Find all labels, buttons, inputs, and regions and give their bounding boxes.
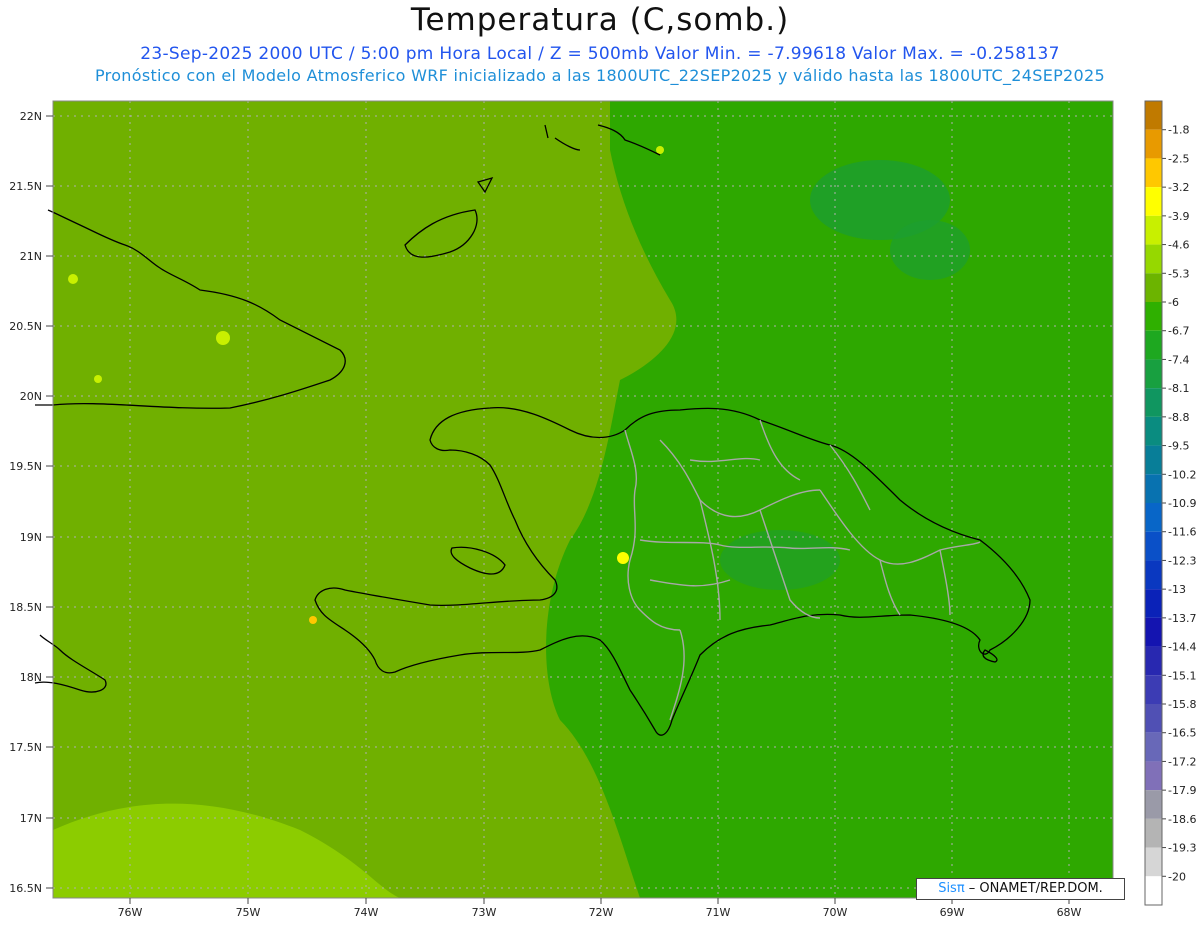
lat-tick-label: 19.5N xyxy=(9,460,42,473)
colorbar-swatch xyxy=(1145,617,1162,647)
colorbar-swatch xyxy=(1145,847,1162,877)
colorbar-label: -17.9 xyxy=(1168,784,1196,797)
credit-text: – ONAMET/REP.DOM. xyxy=(964,881,1103,896)
colorbar-label: -17.2 xyxy=(1168,755,1196,768)
colorbar-label: -16.5 xyxy=(1168,727,1196,740)
lat-tick-label: 16.5N xyxy=(9,882,42,895)
colorbar-swatch xyxy=(1145,704,1162,733)
colorbar-swatch xyxy=(1145,790,1162,819)
colorbar-swatch xyxy=(1145,359,1162,389)
colorbar: -1.8 -2.5 -3.2 -3.9 -4.6 -5.3 -6 -6.7 -7.4 -8.1 -8… xyxy=(1144,100,1196,906)
colorbar-label: -5.3 xyxy=(1168,267,1189,280)
colorbar-label: -20 xyxy=(1168,870,1186,883)
lat-tick-label: 17.5N xyxy=(9,741,42,754)
lon-tick-label: 68W xyxy=(1057,906,1082,919)
colorbar-swatch xyxy=(1145,273,1162,302)
colorbar-swatch xyxy=(1145,129,1162,159)
colorbar-label: -12.3 xyxy=(1168,554,1196,567)
colorbar-swatch xyxy=(1145,215,1162,245)
colorbar-swatch xyxy=(1145,646,1162,676)
colorbar-swatch xyxy=(1145,876,1162,905)
lat-tick-label: 22N xyxy=(20,110,42,123)
colorbar-swatch xyxy=(1145,158,1162,188)
lat-tick-label: 17N xyxy=(20,812,42,825)
colorbar-label: -3.2 xyxy=(1168,181,1189,194)
colorbar-label: -9.5 xyxy=(1168,440,1189,453)
colorbar-label: -6.7 xyxy=(1168,325,1189,338)
colorbar-swatch xyxy=(1145,244,1162,274)
lat-tick-label: 18.5N xyxy=(9,601,42,614)
lon-tick-label: 73W xyxy=(472,906,497,919)
colorbar-label: -8.1 xyxy=(1168,382,1189,395)
colorbar-label: -3.9 xyxy=(1168,210,1189,223)
credit-brand: Sisπ xyxy=(938,881,965,896)
colorbar-label: -11.6 xyxy=(1168,526,1196,539)
lon-tick-label: 71W xyxy=(706,906,731,919)
lon-tick-label: 76W xyxy=(118,906,143,919)
colorbar-swatch xyxy=(1145,101,1162,130)
lat-tick-label: 19N xyxy=(20,531,42,544)
colorbar-label: -10.2 xyxy=(1168,468,1196,481)
latitude-axis: 22N 21.5N 21N 20.5N 20N 19.5N 19N 18.5N … xyxy=(9,110,53,895)
lat-tick-label: 18N xyxy=(20,671,42,684)
lon-tick-label: 75W xyxy=(236,906,261,919)
colorbar-label: -18.6 xyxy=(1168,813,1196,826)
colorbar-label: -4.6 xyxy=(1168,239,1189,252)
colorbar-label: -10.9 xyxy=(1168,497,1196,510)
colorbar-swatch xyxy=(1145,560,1162,590)
temperature-map: 22N 21.5N 21N 20.5N 20N 19.5N 19N 18.5N … xyxy=(9,100,1196,919)
colorbar-label: -19.3 xyxy=(1168,842,1196,855)
lon-tick-label: 72W xyxy=(589,906,614,919)
colorbar-swatch xyxy=(1145,818,1162,848)
colorbar-swatch xyxy=(1145,474,1162,503)
lat-tick-label: 21.5N xyxy=(9,180,42,193)
colorbar-swatch xyxy=(1145,330,1162,360)
lat-tick-label: 21N xyxy=(20,250,42,263)
colorbar-label: -2.5 xyxy=(1168,152,1189,165)
colorbar-swatch xyxy=(1145,732,1162,762)
colorbar-label: -14.4 xyxy=(1168,641,1196,654)
colorbar-swatch xyxy=(1145,388,1162,417)
colorbar-label: -15.1 xyxy=(1168,669,1196,682)
colorbar-swatch xyxy=(1145,531,1162,561)
colorbar-label: -7.4 xyxy=(1168,353,1189,366)
colorbar-label: -13.7 xyxy=(1168,612,1196,625)
colorbar-swatch xyxy=(1145,503,1162,532)
colorbar-swatch xyxy=(1145,302,1162,331)
lat-tick-label: 20.5N xyxy=(9,320,42,333)
colorbar-label: -6 xyxy=(1168,296,1179,309)
colorbar-swatch xyxy=(1145,416,1162,446)
colorbar-label: -8.8 xyxy=(1168,411,1189,424)
lon-tick-label: 69W xyxy=(940,906,965,919)
lon-tick-label: 74W xyxy=(354,906,379,919)
colorbar-label: -1.8 xyxy=(1168,124,1189,137)
colorbar-label: -13 xyxy=(1168,583,1186,596)
colorbar-label: -15.8 xyxy=(1168,698,1196,711)
lat-tick-label: 20N xyxy=(20,390,42,403)
colorbar-swatch xyxy=(1145,675,1162,704)
colorbar-swatch xyxy=(1145,445,1162,475)
credit-box: Sisπ – ONAMET/REP.DOM. xyxy=(916,878,1125,900)
colorbar-swatch xyxy=(1145,761,1162,791)
temperature-field xyxy=(53,101,1113,898)
lon-tick-label: 70W xyxy=(823,906,848,919)
longitude-axis: 76W 75W 74W 73W 72W 71W 70W 69W 68W xyxy=(118,898,1082,919)
colorbar-swatch xyxy=(1145,187,1162,216)
colorbar-swatch xyxy=(1145,589,1162,618)
